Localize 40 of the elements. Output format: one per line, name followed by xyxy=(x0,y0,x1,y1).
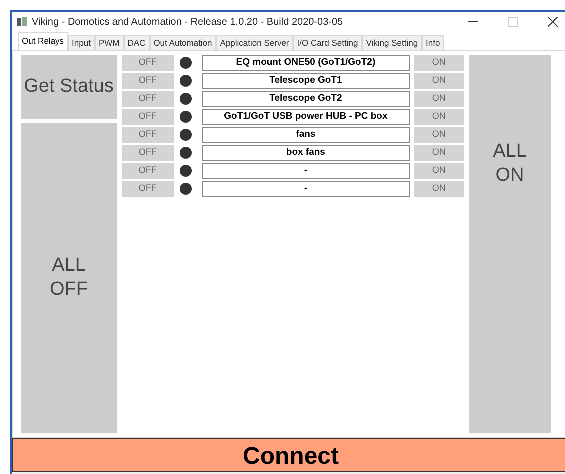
tab[interactable]: PWM xyxy=(94,35,124,50)
off-button[interactable]: OFF xyxy=(122,181,174,197)
off-button[interactable]: OFF xyxy=(122,91,174,107)
all-off-button[interactable]: ALL OFF xyxy=(21,123,117,433)
close-icon[interactable] xyxy=(548,17,558,27)
on-button[interactable]: ON xyxy=(414,163,464,179)
relay-name: - xyxy=(202,163,410,179)
off-button[interactable]: OFF xyxy=(122,73,174,89)
tab[interactable]: Info xyxy=(422,35,444,50)
off-button[interactable]: OFF xyxy=(122,109,174,125)
tab[interactable]: I/O Card Setting xyxy=(293,35,362,50)
app-icon xyxy=(16,16,28,28)
on-button[interactable]: ON xyxy=(414,127,464,143)
on-button[interactable]: ON xyxy=(414,145,464,161)
off-button[interactable]: OFF xyxy=(122,163,174,179)
tab[interactable]: Input xyxy=(68,35,95,50)
relay-name: - xyxy=(202,181,410,197)
off-button[interactable]: OFF xyxy=(122,55,174,71)
all-on-button[interactable]: ALL ON xyxy=(469,55,551,433)
tab[interactable]: Out Automation xyxy=(150,35,216,50)
get-status-button[interactable]: Get Status xyxy=(21,55,117,119)
relay-name: box fans xyxy=(202,145,410,161)
tab[interactable]: Out Relays xyxy=(18,32,68,50)
tab[interactable]: Application Server xyxy=(216,35,294,50)
connect-button[interactable]: Connect xyxy=(12,438,565,472)
relay-name: Telescope GoT1 xyxy=(202,73,410,89)
on-button[interactable]: ON xyxy=(414,55,464,71)
relay-name: Telescope GoT2 xyxy=(202,91,410,107)
relay-name: fans xyxy=(202,127,410,143)
tab[interactable]: Viking Setting xyxy=(362,35,422,50)
on-button[interactable]: ON xyxy=(414,73,464,89)
relay-name: GoT1/GoT USB power HUB - PC box xyxy=(202,109,410,125)
relay-name: EQ mount ONE50 (GoT1/GoT2) xyxy=(202,55,410,71)
on-button[interactable]: ON xyxy=(414,91,464,107)
on-button[interactable]: ON xyxy=(414,109,464,125)
on-button[interactable]: ON xyxy=(414,181,464,197)
window-title: Viking - Domotics and Automation - Release 1.0.20 - Build 2020-03-05 xyxy=(32,16,344,30)
off-button[interactable]: OFF xyxy=(122,127,174,143)
off-button[interactable]: OFF xyxy=(122,145,174,161)
tab[interactable]: DAC xyxy=(124,35,150,50)
